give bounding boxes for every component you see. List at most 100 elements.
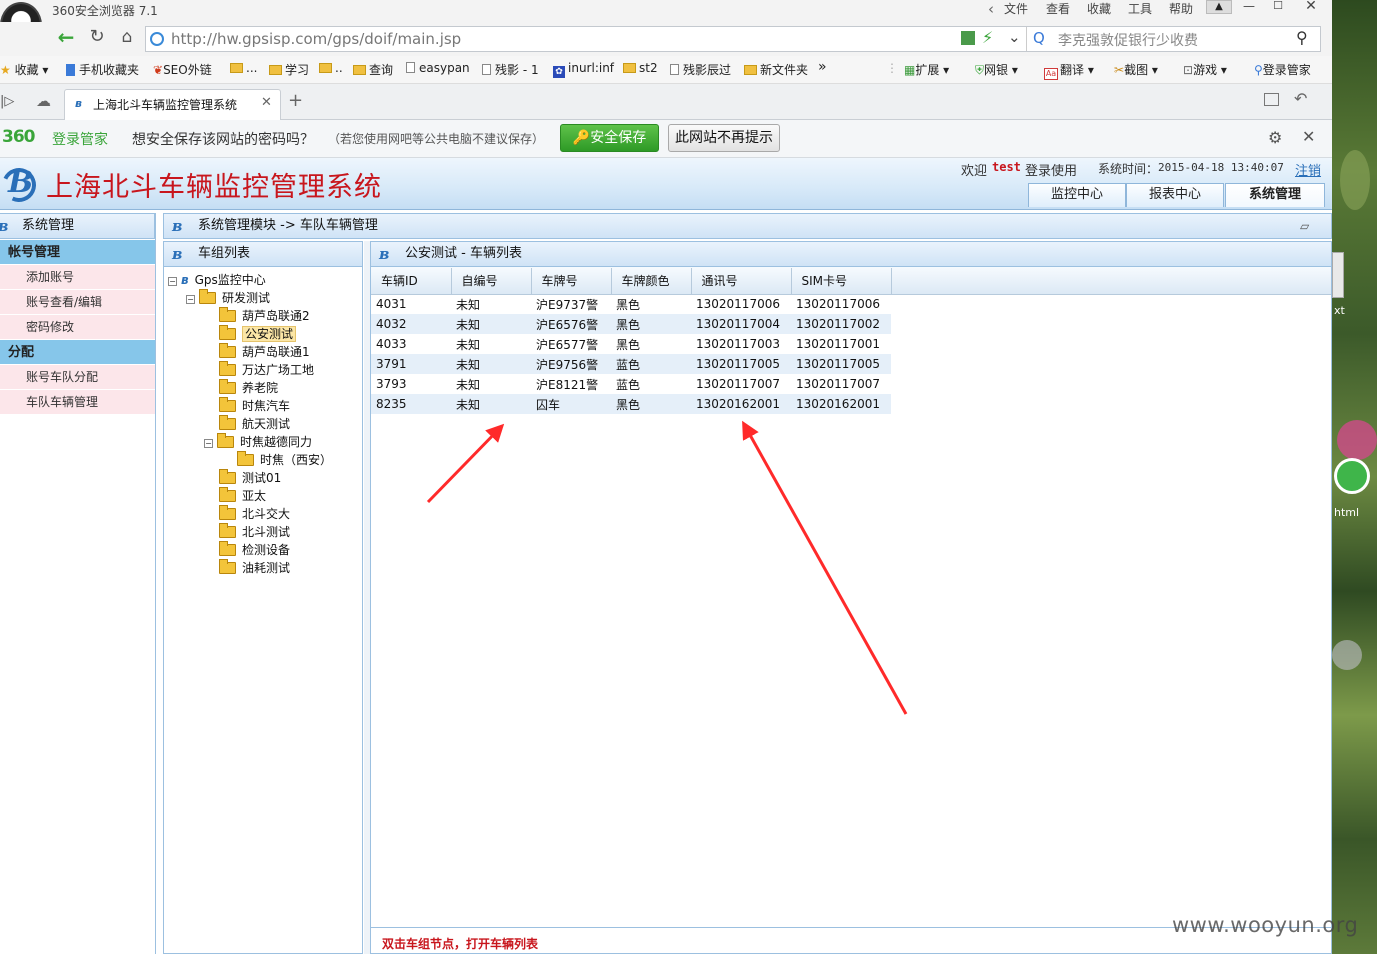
search-engine-icon[interactable]: Q [1033,29,1045,47]
menu-favorites[interactable]: 收藏 [1087,0,1111,17]
tab-close-icon[interactable]: ✕ [261,95,272,110]
collapse-icon[interactable]: − [186,295,195,304]
bookmark-page[interactable]: 残影 - 1 [482,61,539,78]
menu-view[interactable]: 查看 [1046,0,1070,17]
undo-close-icon[interactable]: ↶ [1294,89,1307,108]
refresh-icon[interactable]: ↻ [86,26,108,50]
tree-node[interactable]: 油耗测试 [219,559,290,577]
table-row[interactable]: 4032 未知 沪E6576警 黑色 13020117004 13020117002 [371,314,891,334]
bookmark-folder-new[interactable]: 新文件夹 [744,61,808,78]
column-header-plate-color[interactable]: 车牌颜色 [611,268,692,295]
new-tab-icon[interactable]: + [288,90,303,111]
ext-translate[interactable]: Aa 翻译 ▾ [1044,61,1094,80]
url-text[interactable]: http://hw.gpsisp.com/gps/doif/main.jsp [171,30,461,48]
sidebar-item-view-edit-account[interactable]: 账号查看/编辑 [0,289,155,314]
search-icon[interactable]: ⚲ [1296,28,1308,47]
tree-node[interactable]: 葫芦岛联通2 [219,307,310,325]
ext-extensions[interactable]: ▦扩展 ▾ [904,61,949,78]
desktop-file-icon[interactable] [1332,252,1344,298]
table-row[interactable]: 4033 未知 沪E6577警 黑色 13020117003 13020117001 [371,334,891,354]
ext-login-manager[interactable]: ⚲登录管家 [1254,61,1311,78]
section-account-management[interactable]: 帐号管理 [0,239,155,264]
tree-node[interactable]: 时焦汽车 [219,397,290,415]
never-prompt-button[interactable]: 此网站不再提示 [668,124,780,152]
menu-chevron-icon[interactable]: ‹ [988,0,994,18]
dropdown-chevron-icon[interactable]: ⌄ [1008,28,1021,46]
tree-node[interactable]: 航天测试 [219,415,290,433]
bookmark-inurl[interactable]: ✿ inurl:inf [553,61,614,78]
menu-tools[interactable]: 工具 [1128,0,1152,17]
restore-tabs-icon[interactable] [1264,93,1279,106]
home-icon[interactable]: ⌂ [116,26,138,50]
save-prompt: 想安全保存该网站的密码吗？ [132,132,314,148]
tab-system-management[interactable]: 系统管理 [1225,183,1325,207]
tree-node[interactable]: 北斗测试 [219,523,290,541]
tree-node-selected[interactable]: 公安测试 [219,325,297,343]
bookmark-page[interactable]: 残影辰过 [670,61,731,78]
address-bar[interactable]: http://hw.gpsisp.com/gps/doif/main.jsp ⚡… [145,26,1321,52]
column-header-comm-number[interactable]: 通讯号 [691,268,792,295]
desktop-app-icon[interactable] [1334,458,1370,494]
bookmark-folder[interactable]: ... [230,61,257,75]
tab-active[interactable]: ʙ 上海北斗车辆监控管理系统 ✕ [64,89,281,120]
cloud-icon[interactable]: ☁ [36,92,51,110]
maximize-icon[interactable]: ☐ [1265,0,1291,14]
table-row[interactable]: 8235 未知 囚车 黑色 13020162001 13020162001 [371,394,891,414]
close-window-icon[interactable]: ✕ [1296,0,1326,14]
tree-node[interactable]: 葫芦岛联通1 [219,343,310,361]
bookmark-easypan[interactable]: easypan [406,61,470,75]
sidebar-toggle-icon[interactable]: |▷ [0,94,14,109]
folder-icon [219,397,236,412]
tree-node[interactable]: 测试01 [219,469,281,487]
ext-bank[interactable]: ⛨网银 ▾ [975,61,1018,78]
tree-node-expanded[interactable]: − 时焦越德同力 [204,433,312,451]
logout-link[interactable]: 注销 [1295,160,1321,179]
minimize-icon[interactable]: — [1236,0,1262,14]
tree-node[interactable]: 北斗交大 [219,505,290,523]
section-assignment[interactable]: 分配 [0,339,155,364]
table-row[interactable]: 3793 未知 沪E8121警 蓝色 13020117007 13020117007 [371,374,891,394]
table-row[interactable]: 3791 未知 沪E9756警 蓝色 13020117005 13020117005 [371,354,891,374]
tree-node[interactable]: 检测设备 [219,541,290,559]
tab-report-center[interactable]: 报表中心 [1126,183,1224,207]
collapse-icon[interactable]: − [204,439,213,448]
column-header-vehicle-id[interactable]: 车辆ID [371,268,452,295]
sidebar-item-account-fleet-assign[interactable]: 账号车队分配 [0,364,155,389]
bookmark-favorites[interactable]: ★ 收藏 ▾ [0,61,48,78]
bookmark-folder[interactable]: .. [319,61,343,75]
bookmark-folder-st2[interactable]: st2 [623,61,658,75]
safe-save-button[interactable]: 🔑安全保存 [560,124,659,152]
menu-file[interactable]: 文件 [1004,0,1028,17]
bookmarks-more-icon[interactable]: » [818,59,827,75]
gear-icon[interactable]: ⚙ [1268,128,1282,147]
tree-node-root[interactable]: − ʙ Gps监控中心 [168,271,266,289]
bookmark-folder-study[interactable]: 学习 [269,61,309,78]
tree-node[interactable]: 时焦（西安） [237,451,332,469]
column-header-plate[interactable]: 车牌号 [531,268,612,295]
skin-icon[interactable]: ▲ [1206,0,1232,14]
tree-node[interactable]: 万达广场工地 [219,361,314,379]
bookmark-folder-query[interactable]: 查询 [353,61,393,78]
sidebar-item-fleet-vehicle-management[interactable]: 车队车辆管理 [0,389,155,414]
qr-icon[interactable] [961,31,975,45]
collapse-icon[interactable]: ▱ [1300,214,1309,238]
collapse-icon[interactable]: − [168,277,177,286]
tree-node[interactable]: 养老院 [219,379,278,397]
close-bar-icon[interactable]: ✕ [1302,127,1315,146]
sidebar-item-add-account[interactable]: 添加账号 [0,264,155,289]
bookmark-mobile[interactable]: 手机收藏夹 [66,61,139,78]
menu-help[interactable]: 帮助 [1169,0,1193,17]
back-arrow-icon[interactable]: ← [54,26,78,50]
ext-games[interactable]: ⊡游戏 ▾ [1183,61,1227,78]
bookmark-seo[interactable]: ❦SEO外链 [153,61,212,78]
speed-icon[interactable]: ⚡ [982,28,993,47]
search-input[interactable]: 李克强敦促银行少收费 [1058,30,1198,50]
ext-screenshot[interactable]: ✂截图 ▾ [1114,61,1158,78]
sidebar-item-change-password[interactable]: 密码修改 [0,314,155,339]
tree-node[interactable]: 亚太 [219,487,266,505]
tree-node-group[interactable]: − 研发测试 [186,289,270,307]
tab-monitor-center[interactable]: 监控中心 [1028,183,1126,207]
table-row[interactable]: 4031 未知 沪E9737警 黑色 13020117006 13020117006 [371,294,891,314]
column-header-sim-number[interactable]: SIM卡号 [791,268,892,295]
column-header-self-number[interactable]: 自编号 [451,268,532,295]
